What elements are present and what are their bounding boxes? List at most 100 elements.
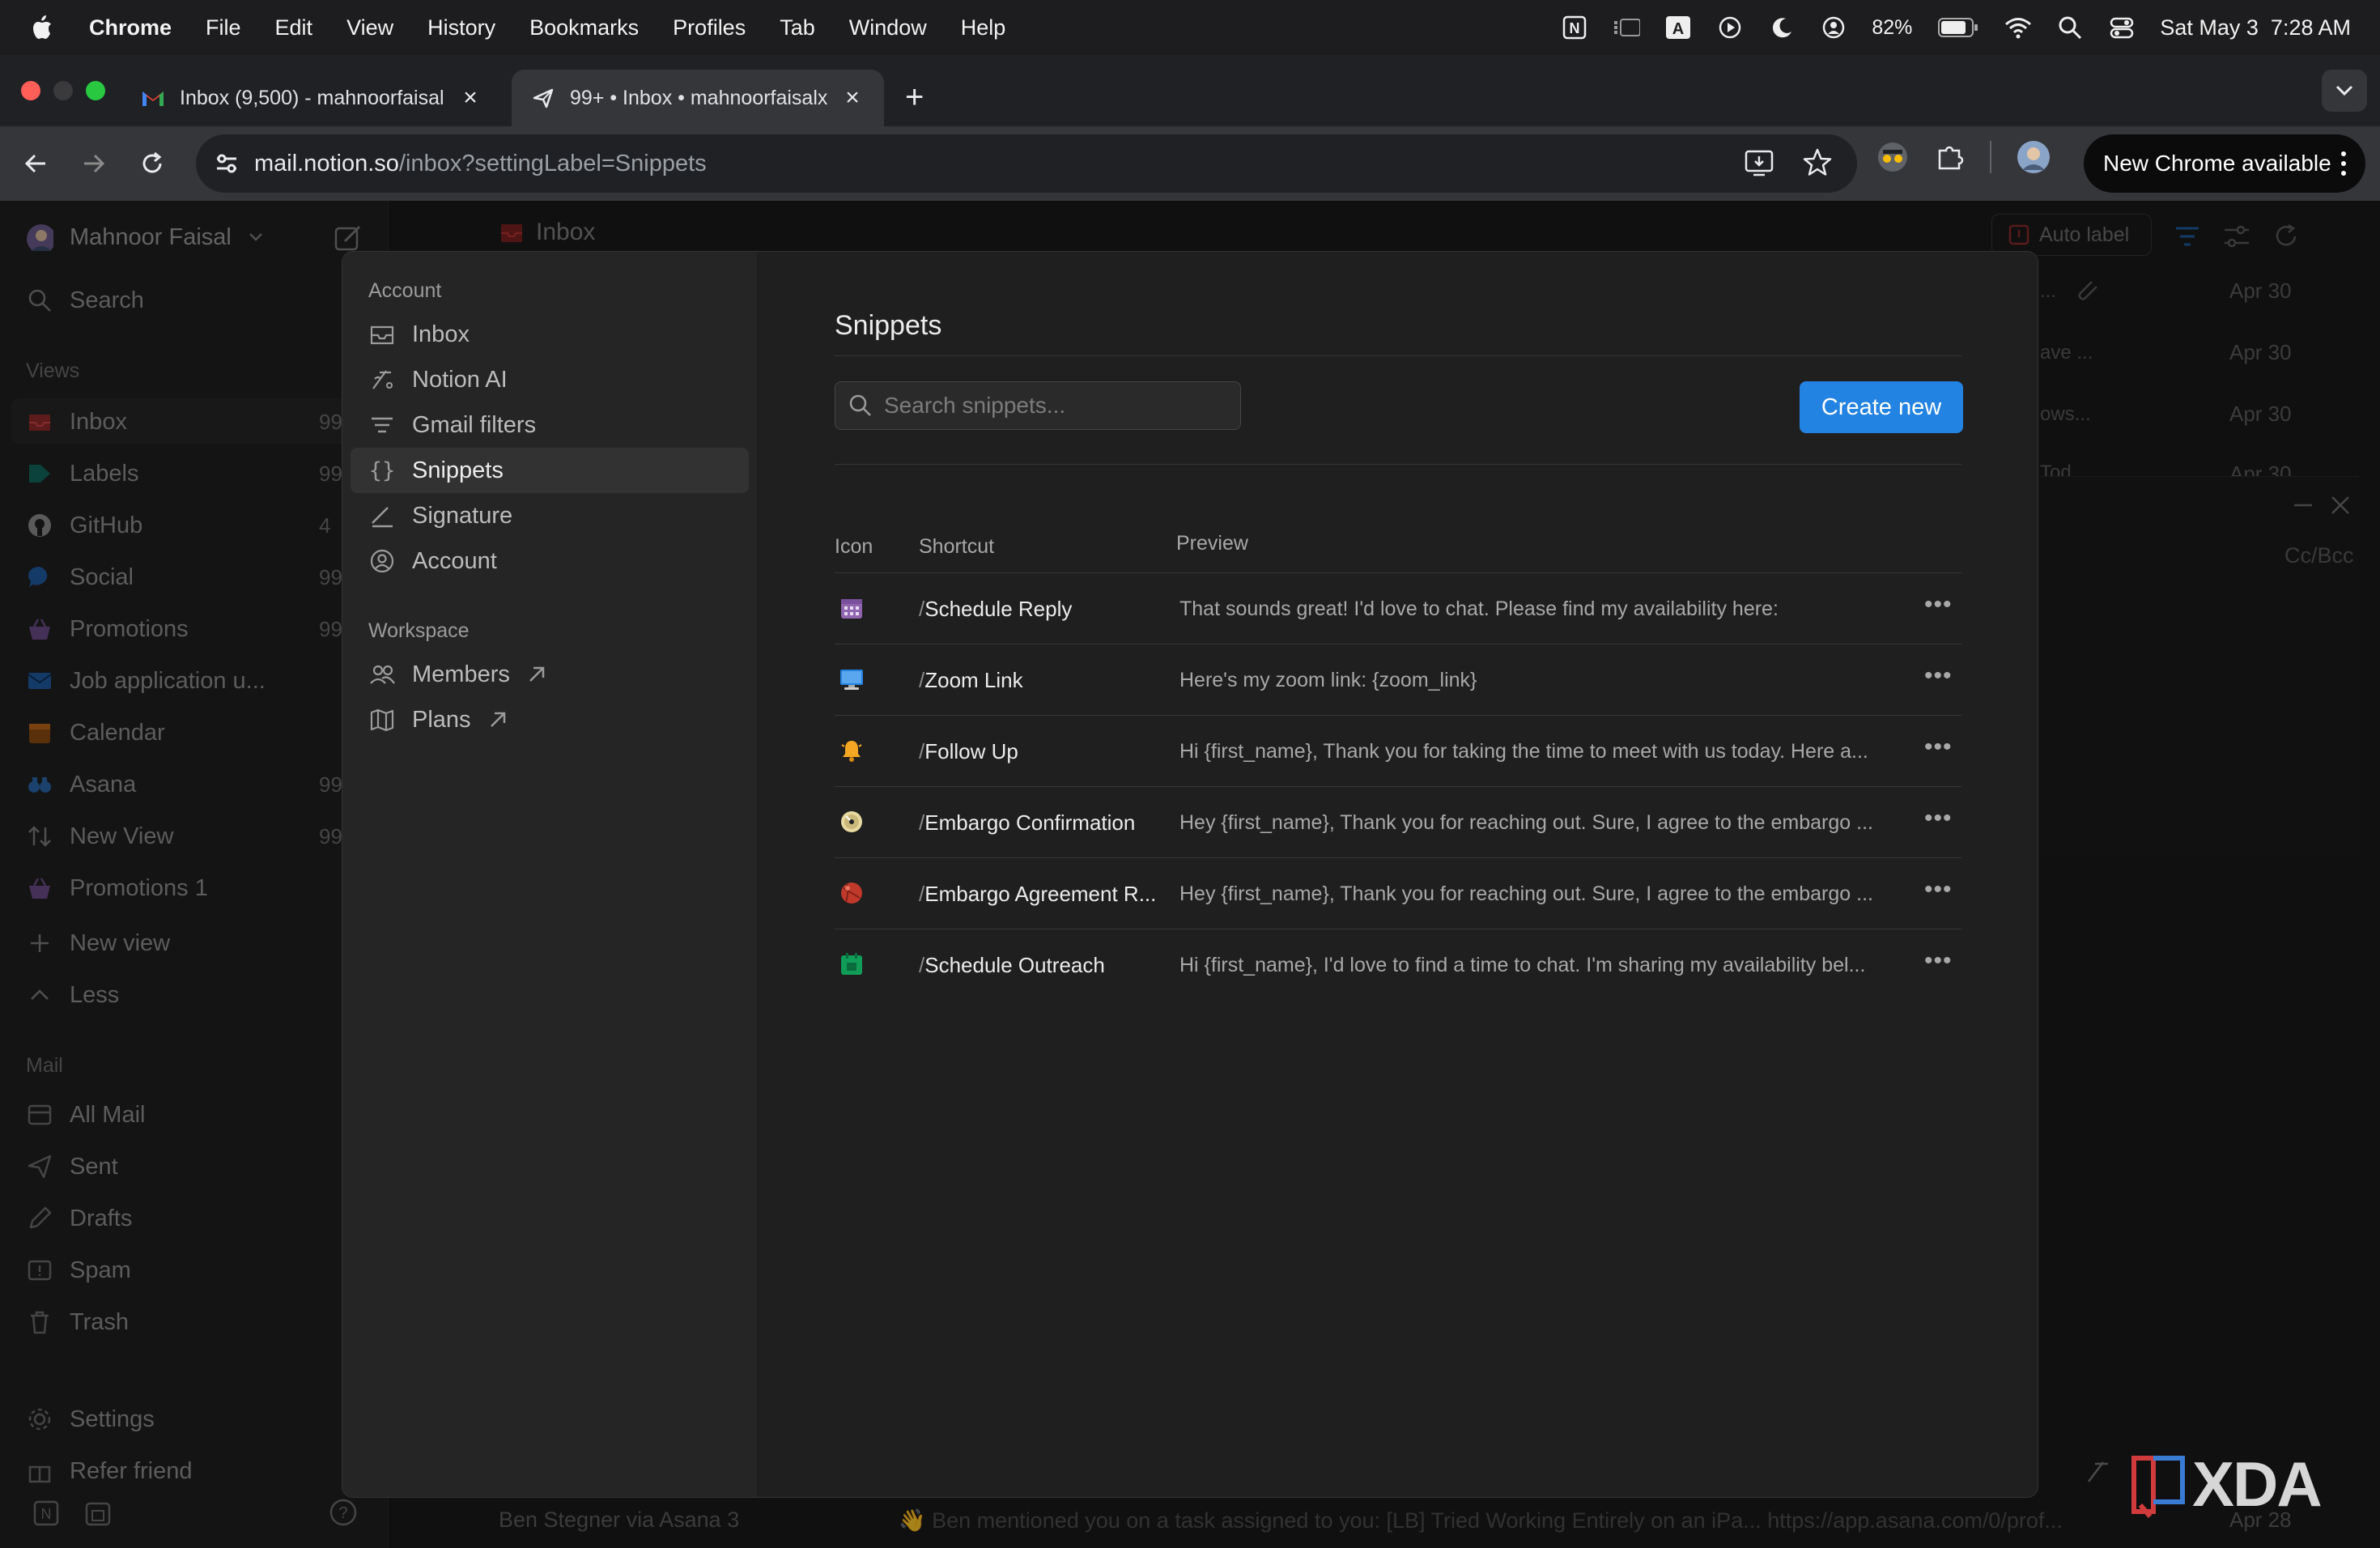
settings-item-account[interactable]: Account xyxy=(351,538,749,584)
kebab-menu-icon xyxy=(2341,151,2346,176)
menubar-clock[interactable]: Sat May 3 7:28 AM xyxy=(2160,15,2351,40)
user-status-icon[interactable] xyxy=(1820,14,1847,41)
forward-button[interactable] xyxy=(71,141,117,186)
menu-window[interactable]: Window xyxy=(849,15,927,40)
disc-icon xyxy=(841,811,862,832)
wifi-icon[interactable] xyxy=(2004,14,2032,41)
url-path: /inbox?settingLabel=Snippets xyxy=(398,150,707,176)
column-header-preview: Preview xyxy=(1176,532,1248,555)
menu-edit[interactable]: Edit xyxy=(275,15,313,40)
snippet-row[interactable]: /Embargo Confirmation Hey {first_name}, … xyxy=(835,786,1961,857)
close-icon[interactable]: × xyxy=(458,84,482,112)
page-title: Snippets xyxy=(835,310,942,341)
snippet-preview: Hi {first_name}, I'd love to find a time… xyxy=(1179,954,1866,976)
gmail-icon xyxy=(141,86,165,110)
notion-status-icon[interactable]: N xyxy=(1561,14,1588,41)
settings-item-label: Gmail filters xyxy=(412,411,537,438)
settings-item-signature[interactable]: Signature xyxy=(351,493,749,538)
notion-mail-app: Mahnoor Faisal Search Views Inbox 99 Lab… xyxy=(0,201,2380,1548)
new-tab-button[interactable]: + xyxy=(905,81,924,113)
profile-avatar-icon[interactable] xyxy=(2016,139,2051,175)
snippet-row[interactable]: /Schedule Outreach Hi {first_name}, I'd … xyxy=(835,929,1961,1000)
menu-help[interactable]: Help xyxy=(961,15,1006,40)
extensions-puzzle-icon[interactable] xyxy=(1933,141,1966,173)
battery-icon[interactable] xyxy=(1936,14,1980,41)
snippet-row[interactable]: /Follow Up Hi {first_name}, Thank you fo… xyxy=(835,715,1961,786)
settings-modal: Account Inbox Notion AI Gmail filters {}… xyxy=(342,251,2038,1498)
menu-bookmarks[interactable]: Bookmarks xyxy=(529,15,639,40)
install-app-icon[interactable] xyxy=(1744,147,1774,178)
workspace-heading: Workspace xyxy=(368,619,470,642)
moon-icon[interactable] xyxy=(1768,14,1796,41)
play-status-icon[interactable] xyxy=(1716,14,1744,41)
menu-app-name[interactable]: Chrome xyxy=(89,15,172,40)
back-button[interactable] xyxy=(13,141,58,186)
settings-item-plans[interactable]: Plans xyxy=(351,697,749,742)
arrow-left-icon xyxy=(24,154,45,173)
spotlight-search-icon[interactable] xyxy=(2056,14,2084,41)
more-options-icon[interactable]: ••• xyxy=(1924,662,1953,690)
site-info-icon[interactable] xyxy=(212,149,241,178)
menu-tab[interactable]: Tab xyxy=(780,15,815,40)
settings-item-notion-ai[interactable]: Notion AI xyxy=(351,357,749,402)
calendar-green-icon xyxy=(841,953,862,975)
arrow-right-icon xyxy=(84,154,105,173)
settings-item-members[interactable]: Members xyxy=(351,652,749,697)
settings-item-label: Account xyxy=(412,547,497,574)
settings-nav: Account Inbox Notion AI Gmail filters {}… xyxy=(342,252,757,1497)
input-source-icon[interactable]: A xyxy=(1664,14,1692,41)
incognito-extension-icon[interactable] xyxy=(1876,141,1909,173)
snippets-search-input[interactable]: Search snippets... xyxy=(835,381,1241,430)
close-icon[interactable]: × xyxy=(840,84,865,112)
settings-item-label: Signature xyxy=(412,502,513,529)
ball-icon xyxy=(841,882,862,904)
menu-file[interactable]: File xyxy=(206,15,241,40)
snippet-shortcut: /Zoom Link xyxy=(919,668,1023,692)
stage-manager-icon[interactable] xyxy=(1613,14,1641,41)
snippet-row[interactable]: /Zoom Link Here's my zoom link: {zoom_li… xyxy=(835,644,1961,715)
menu-history[interactable]: History xyxy=(427,15,495,40)
snippet-shortcut: /Follow Up xyxy=(919,739,1018,763)
tab-gmail[interactable]: Inbox (9,500) - mahnoorfaisal × xyxy=(121,70,502,126)
external-link-icon xyxy=(490,712,505,727)
settings-item-inbox[interactable]: Inbox xyxy=(351,312,749,357)
settings-item-gmail-filters[interactable]: Gmail filters xyxy=(351,402,749,448)
settings-item-label: Snippets xyxy=(412,457,504,483)
account-icon xyxy=(370,549,394,573)
window-zoom-button[interactable] xyxy=(86,81,105,100)
more-options-icon[interactable]: ••• xyxy=(1924,805,1953,832)
reload-button[interactable] xyxy=(130,141,175,186)
notion-ai-icon xyxy=(2088,1461,2108,1482)
window-close-button[interactable] xyxy=(21,81,40,100)
divider xyxy=(835,464,1961,465)
reload-icon xyxy=(142,151,162,173)
column-header-icon: Icon xyxy=(835,535,873,558)
apple-logo-icon[interactable] xyxy=(29,14,57,41)
more-options-icon[interactable]: ••• xyxy=(1924,734,1953,761)
address-bar[interactable]: mail.notion.so/inbox?settingLabel=Snippe… xyxy=(196,134,1857,193)
settings-item-snippets[interactable]: {} Snippets xyxy=(351,448,749,493)
create-new-button[interactable]: Create new xyxy=(1800,381,1963,433)
more-options-icon[interactable]: ••• xyxy=(1924,947,1953,975)
xda-logo-icon xyxy=(2131,1455,2185,1518)
snippet-row[interactable]: /Embargo Agreement R... Hey {first_name}… xyxy=(835,857,1961,929)
menu-view[interactable]: View xyxy=(346,15,393,40)
snippet-shortcut: /Embargo Agreement R... xyxy=(919,882,1157,906)
xda-text: XDA xyxy=(2192,1448,2323,1520)
more-options-icon[interactable]: ••• xyxy=(1924,591,1953,619)
snippet-preview: Hey {first_name}, Thank you for reaching… xyxy=(1179,882,1873,905)
account-heading: Account xyxy=(368,279,442,302)
snippet-row[interactable]: /Schedule Reply That sounds great! I'd l… xyxy=(835,572,1961,644)
new-chrome-available-button[interactable]: New Chrome available xyxy=(2084,134,2365,193)
menu-profiles[interactable]: Profiles xyxy=(673,15,746,40)
window-minimize-button[interactable] xyxy=(53,81,73,100)
search-icon xyxy=(849,394,871,416)
braces-icon: {} xyxy=(368,457,396,483)
tab-search-button[interactable] xyxy=(2322,70,2367,112)
divider xyxy=(835,355,1961,356)
control-center-icon[interactable] xyxy=(2108,14,2136,41)
more-options-icon[interactable]: ••• xyxy=(1924,876,1953,904)
svg-text:A: A xyxy=(1672,20,1684,38)
tab-notion-mail[interactable]: 99+ • Inbox • mahnoorfaisalx × xyxy=(512,70,884,126)
bookmark-star-icon[interactable] xyxy=(1802,147,1833,178)
